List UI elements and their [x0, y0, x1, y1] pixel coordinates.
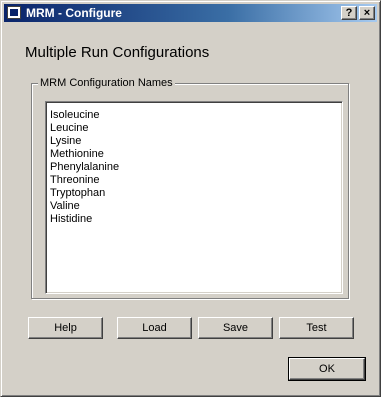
ok-button[interactable]: OK — [288, 357, 366, 381]
list-item[interactable]: Isoleucine — [50, 109, 342, 122]
test-button[interactable]: Test — [279, 317, 354, 339]
window-title: MRM - Configure — [26, 6, 122, 20]
help-button[interactable]: Help — [28, 317, 103, 339]
list-item[interactable]: Valine — [50, 200, 342, 213]
list-item[interactable]: Lysine — [50, 135, 342, 148]
title-bar[interactable]: MRM - Configure ? × — [4, 4, 377, 22]
group-legend: MRM Configuration Names — [38, 77, 175, 90]
list-item[interactable]: Tryptophan — [50, 187, 342, 200]
configuration-names-list[interactable]: Isoleucine Leucine Lysine Methionine Phe… — [45, 101, 343, 294]
configuration-names-group: MRM Configuration Names Isoleucine Leuci… — [31, 77, 349, 299]
app-icon — [7, 6, 21, 19]
page-heading: Multiple Run Configurations — [25, 44, 210, 61]
help-caption-button[interactable]: ? — [341, 6, 357, 20]
close-icon[interactable]: × — [359, 6, 375, 20]
list-item[interactable]: Methionine — [50, 148, 342, 161]
list-item[interactable]: Histidine — [50, 213, 342, 226]
configure-dialog: MRM - Configure ? × Multiple Run Configu… — [0, 0, 381, 397]
list-item[interactable]: Threonine — [50, 174, 342, 187]
list-item[interactable]: Phenylalanine — [50, 161, 342, 174]
load-button[interactable]: Load — [117, 317, 192, 339]
save-button[interactable]: Save — [198, 317, 273, 339]
list-item[interactable]: Leucine — [50, 122, 342, 135]
